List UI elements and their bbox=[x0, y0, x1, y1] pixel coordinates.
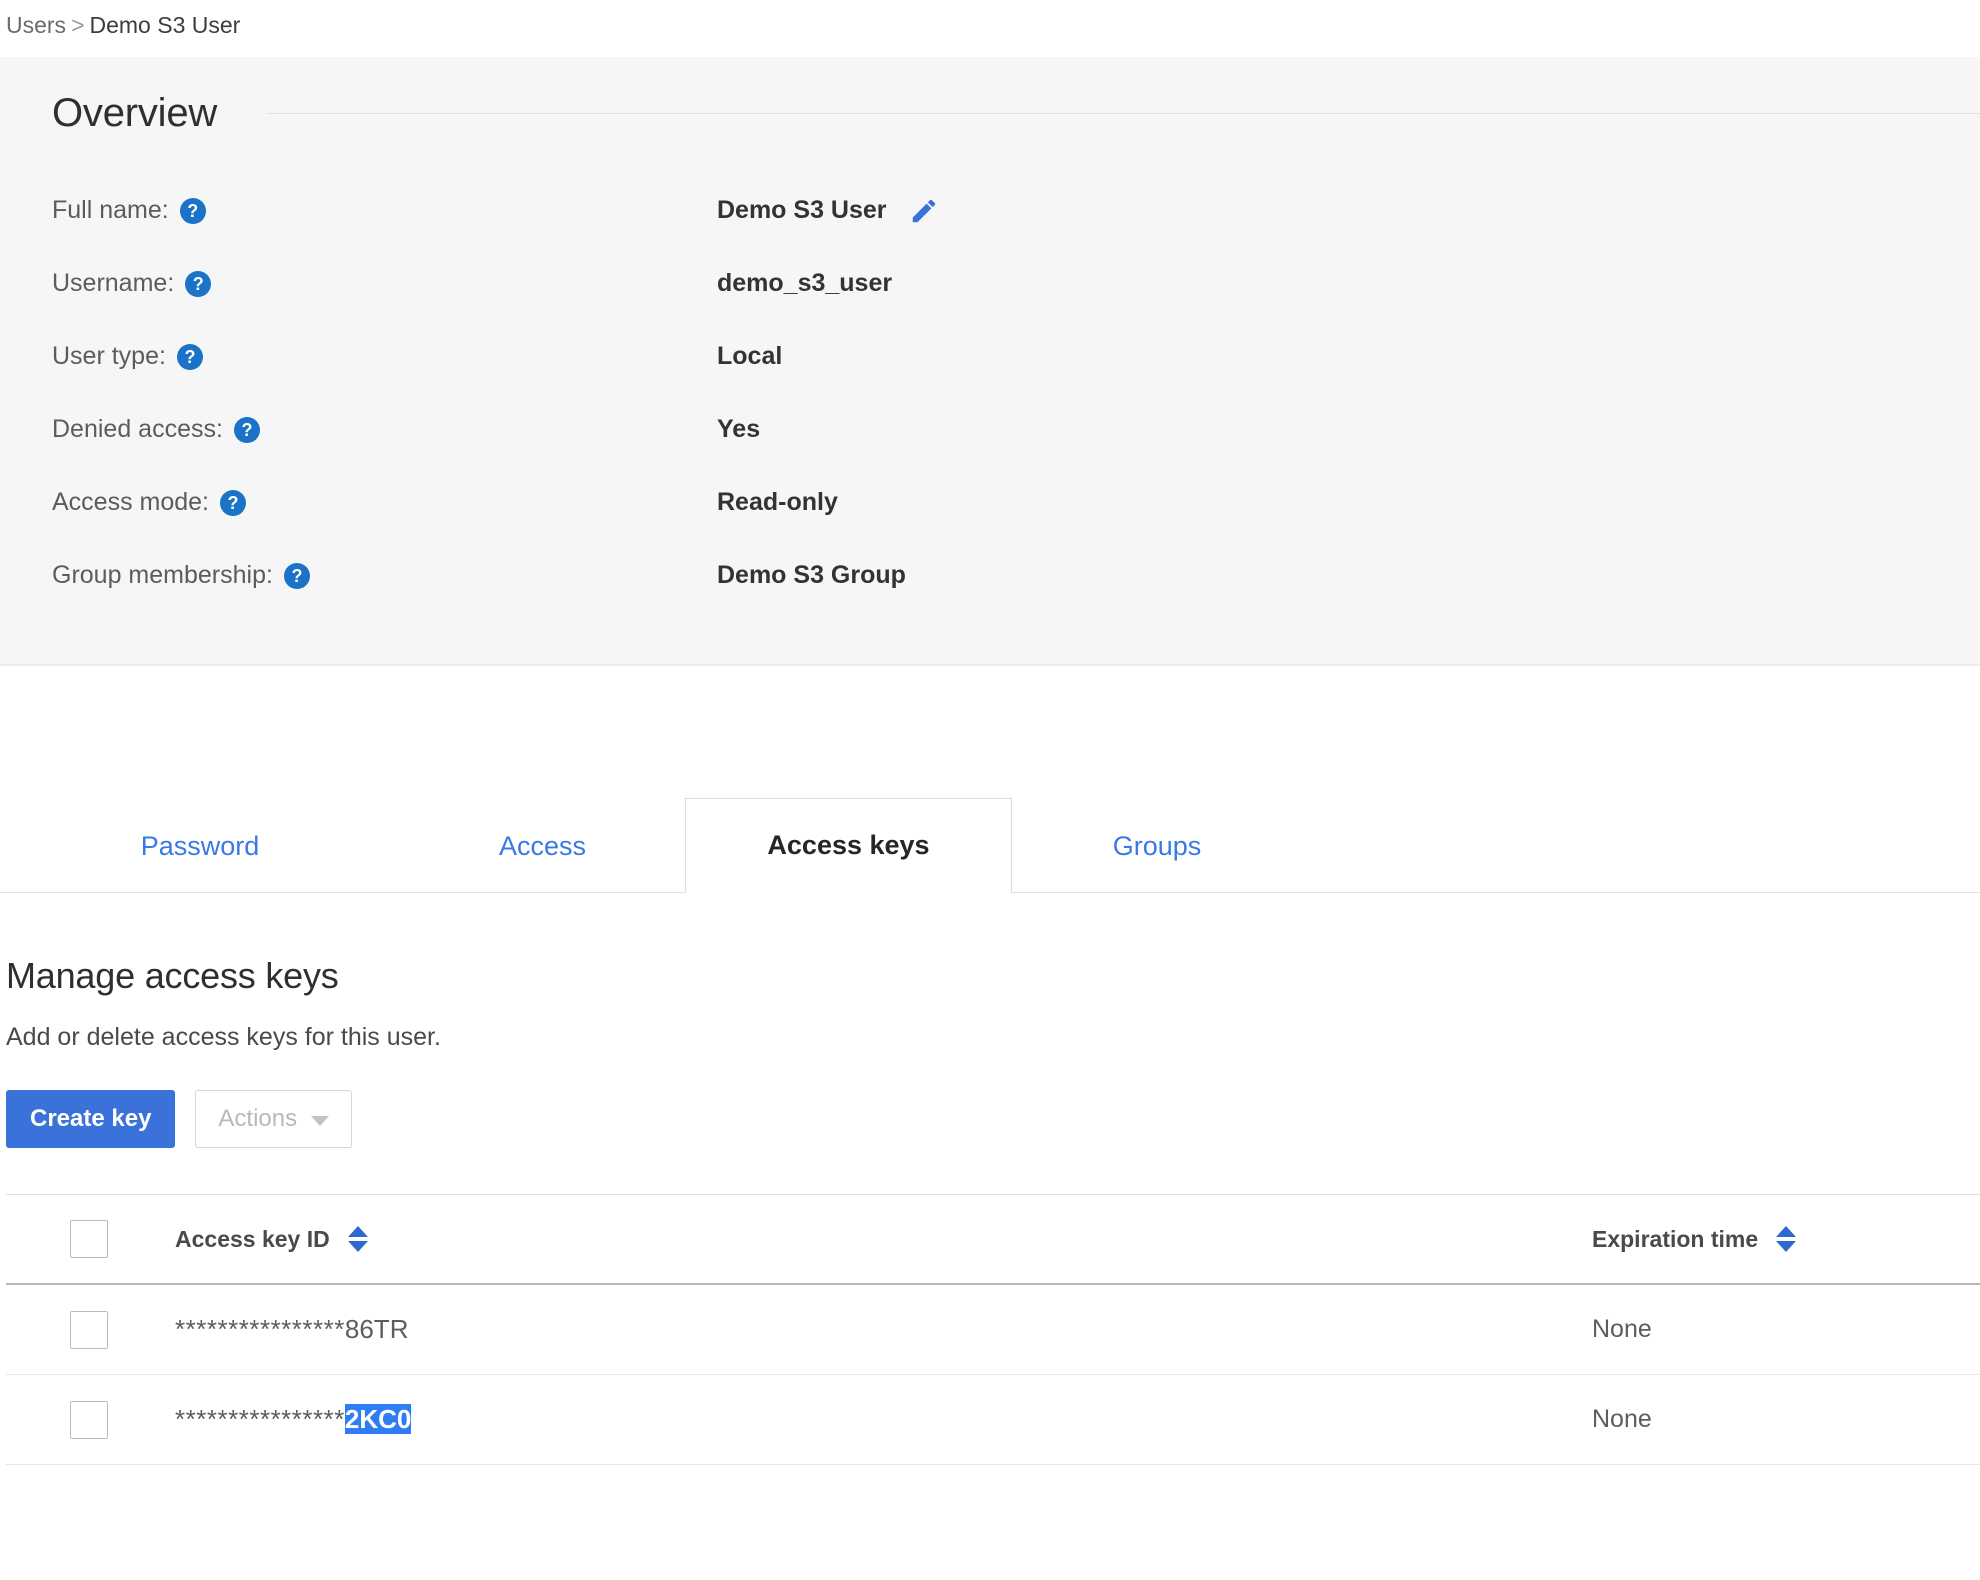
create-key-button[interactable]: Create key bbox=[6, 1090, 176, 1148]
sort-descending-icon bbox=[347, 1241, 368, 1252]
table-row[interactable]: ****************86TR None bbox=[6, 1285, 1980, 1375]
detail-label-text: User type: bbox=[52, 342, 166, 370]
help-icon[interactable]: ? bbox=[179, 197, 206, 224]
detail-label-text: Username: bbox=[52, 269, 175, 297]
help-icon[interactable]: ? bbox=[176, 343, 203, 370]
sort-icon-access-key-id[interactable] bbox=[347, 1226, 368, 1252]
overview-header: Overview bbox=[0, 91, 1980, 136]
row-select-cell bbox=[6, 1310, 171, 1349]
detail-label-username: Username: ? bbox=[52, 269, 717, 298]
detail-label-access-mode: Access mode: ? bbox=[52, 488, 717, 517]
detail-value-text: demo_s3_user bbox=[717, 269, 893, 297]
overview-panel: Overview Full name: ? Demo S3 User Usern… bbox=[0, 57, 1980, 666]
detail-row: Full name: ? Demo S3 User bbox=[0, 174, 1980, 247]
help-icon[interactable]: ? bbox=[220, 489, 247, 516]
row-checkbox[interactable] bbox=[69, 1400, 108, 1439]
help-icon[interactable]: ? bbox=[283, 562, 310, 589]
detail-label-group-membership: Group membership: ? bbox=[52, 561, 717, 590]
tab-password[interactable]: Password bbox=[0, 798, 400, 893]
detail-label-denied-access: Denied access: ? bbox=[52, 415, 717, 444]
help-icon[interactable]: ? bbox=[185, 270, 212, 297]
detail-value-text: Demo S3 Group bbox=[717, 561, 906, 589]
detail-value-denied-access: Yes bbox=[717, 415, 760, 444]
column-header-access-key-id: Access key ID bbox=[175, 1225, 330, 1252]
access-keys-table: Access key ID Expiration time **********… bbox=[6, 1194, 1980, 1465]
detail-value-text: Demo S3 User bbox=[717, 196, 887, 224]
action-button-row: Create key Actions bbox=[6, 1090, 1980, 1148]
access-key-id-value: ****************2KC0 bbox=[175, 1404, 412, 1435]
detail-label-full-name: Full name: ? bbox=[52, 196, 717, 225]
row-access-key-id-cell: ****************2KC0 bbox=[171, 1404, 1550, 1435]
access-key-tail: 86TR bbox=[344, 1314, 409, 1344]
detail-label-text: Denied access: bbox=[52, 415, 223, 443]
detail-label-text: Full name: bbox=[52, 196, 169, 224]
access-key-id-value: ****************86TR bbox=[175, 1314, 408, 1345]
access-key-mask: **************** bbox=[175, 1404, 345, 1434]
header-expiration-time-cell[interactable]: Expiration time bbox=[1550, 1226, 1980, 1253]
page-title: Overview bbox=[52, 91, 218, 135]
detail-value-text: Yes bbox=[717, 415, 761, 443]
sort-icon-expiration-time[interactable] bbox=[1776, 1226, 1797, 1252]
detail-value-access-mode: Read-only bbox=[717, 488, 838, 517]
detail-row: Username: ? demo_s3_user bbox=[0, 247, 1980, 320]
detail-label-text: Group membership: bbox=[52, 561, 273, 589]
tab-access[interactable]: Access bbox=[400, 798, 685, 893]
help-icon[interactable]: ? bbox=[233, 416, 260, 443]
sort-ascending-icon bbox=[347, 1226, 368, 1237]
breadcrumb: Users > Demo S3 User bbox=[0, 0, 1980, 57]
detail-label-user-type: User type: ? bbox=[52, 342, 717, 371]
table-row[interactable]: ****************2KC0 None bbox=[6, 1375, 1980, 1465]
expiration-time-value: None bbox=[1592, 1315, 1652, 1343]
access-key-tail-selected: 2KC0 bbox=[344, 1404, 412, 1434]
detail-value-full-name: Demo S3 User bbox=[717, 196, 939, 226]
detail-label-text: Access mode: bbox=[52, 488, 210, 516]
header-select-all-cell bbox=[6, 1220, 171, 1258]
detail-row: User type: ? Local bbox=[0, 320, 1980, 393]
select-all-checkbox[interactable] bbox=[69, 1220, 108, 1258]
manage-access-keys-section: Manage access keys Add or delete access … bbox=[0, 893, 1980, 1465]
breadcrumb-users-link[interactable]: Users bbox=[6, 12, 66, 38]
pencil-icon[interactable] bbox=[909, 196, 939, 226]
table-header-row: Access key ID Expiration time bbox=[6, 1195, 1980, 1285]
sort-ascending-icon bbox=[1776, 1226, 1797, 1237]
row-expiration-time-cell: None bbox=[1550, 1405, 1980, 1434]
row-expiration-time-cell: None bbox=[1550, 1315, 1980, 1344]
expiration-time-value: None bbox=[1592, 1405, 1652, 1433]
tab-groups[interactable]: Groups bbox=[1012, 798, 1302, 893]
detail-row: Group membership: ? Demo S3 Group bbox=[0, 539, 1980, 612]
chevron-down-icon bbox=[311, 1115, 330, 1126]
row-checkbox[interactable] bbox=[69, 1310, 108, 1349]
breadcrumb-separator: > bbox=[71, 12, 85, 38]
breadcrumb-current: Demo S3 User bbox=[89, 12, 241, 38]
tab-bar: Password Access Access keys Groups bbox=[0, 798, 1980, 893]
header-access-key-id-cell[interactable]: Access key ID bbox=[171, 1226, 1550, 1253]
detail-value-text: Local bbox=[717, 342, 783, 370]
actions-dropdown-button[interactable]: Actions bbox=[195, 1090, 353, 1148]
detail-row: Denied access: ? Yes bbox=[0, 393, 1980, 466]
detail-value-user-type: Local bbox=[717, 342, 782, 371]
detail-value-text: Read-only bbox=[717, 488, 838, 516]
row-access-key-id-cell: ****************86TR bbox=[171, 1314, 1550, 1345]
actions-label: Actions bbox=[218, 1105, 298, 1132]
detail-row: Access mode: ? Read-only bbox=[0, 466, 1980, 539]
detail-value-username: demo_s3_user bbox=[717, 269, 892, 298]
column-header-expiration-time: Expiration time bbox=[1592, 1225, 1759, 1252]
detail-value-group-membership: Demo S3 Group bbox=[717, 561, 906, 590]
overview-divider bbox=[267, 113, 1980, 114]
row-select-cell bbox=[6, 1400, 171, 1439]
section-subtitle: Add or delete access keys for this user. bbox=[6, 1023, 441, 1051]
tab-access-keys[interactable]: Access keys bbox=[685, 798, 1012, 893]
section-title: Manage access keys bbox=[6, 955, 339, 996]
sort-descending-icon bbox=[1776, 1241, 1797, 1252]
access-key-mask: **************** bbox=[175, 1314, 345, 1344]
